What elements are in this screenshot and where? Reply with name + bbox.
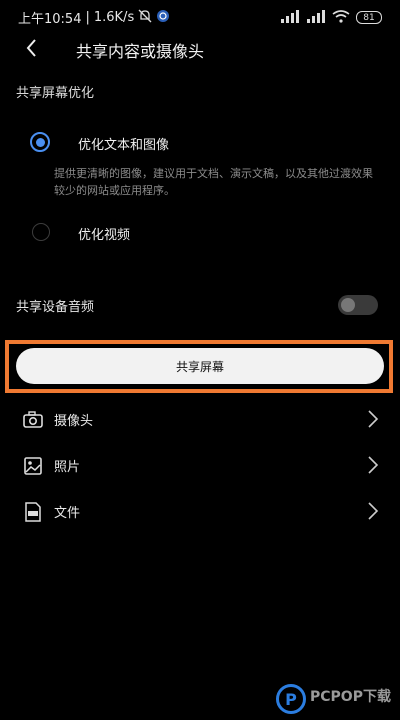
option-label-video[interactable]: 优化视频	[78, 224, 130, 243]
share-screen-button[interactable]: 共享屏幕	[16, 348, 384, 384]
signal-icon	[280, 8, 300, 27]
status-network-speed: 1.6K/s	[93, 10, 135, 25]
status-bar-left: 上午10:54 | 1.6K/s	[18, 8, 170, 27]
list-item-label: 文件	[54, 506, 81, 521]
status-bar-right: 81	[280, 8, 382, 27]
option-description-text-images: 提供更清晰的图像，建议用于文档、演示文稿，以及其他过渡效果较少的网站或应用程序。	[54, 167, 373, 197]
mute-icon	[138, 9, 152, 27]
radio-optimize-video[interactable]	[32, 223, 50, 241]
photo-icon	[22, 456, 44, 476]
toggle-knob	[341, 298, 355, 312]
section-label-screen-optimization: 共享屏幕优化	[16, 86, 95, 101]
pdf-file-icon	[22, 502, 44, 522]
list-item-label: 摄像头	[54, 414, 94, 429]
app-notification-icon	[156, 9, 170, 27]
chevron-right-icon	[366, 408, 380, 430]
radio-optimize-text-images[interactable]	[30, 132, 50, 152]
list-item-photos[interactable]: 照片	[0, 444, 400, 488]
chevron-left-icon	[26, 39, 36, 57]
wifi-icon	[332, 8, 350, 27]
list-item-label: 照片	[54, 460, 81, 475]
battery-indicator: 81	[356, 11, 382, 24]
option-label-text-images[interactable]: 优化文本和图像	[78, 134, 169, 153]
share-audio-toggle[interactable]	[338, 295, 378, 315]
list-item-camera[interactable]: 摄像头	[0, 398, 400, 442]
list-item-files[interactable]: 文件	[0, 490, 400, 534]
signal-2-icon	[306, 8, 326, 27]
watermark-logo-icon: P	[276, 684, 306, 714]
camera-icon	[22, 410, 44, 430]
status-separator: |	[85, 10, 90, 25]
status-time: 上午10:54	[18, 12, 82, 27]
radio-selected-dot	[35, 137, 45, 147]
share-audio-label: 共享设备音频	[16, 300, 95, 315]
back-button[interactable]	[20, 36, 44, 60]
chevron-right-icon	[366, 454, 380, 476]
chevron-right-icon	[366, 500, 380, 522]
watermark-text: PCPOP下载	[310, 689, 391, 705]
page-title: 共享内容或摄像头	[76, 42, 205, 61]
